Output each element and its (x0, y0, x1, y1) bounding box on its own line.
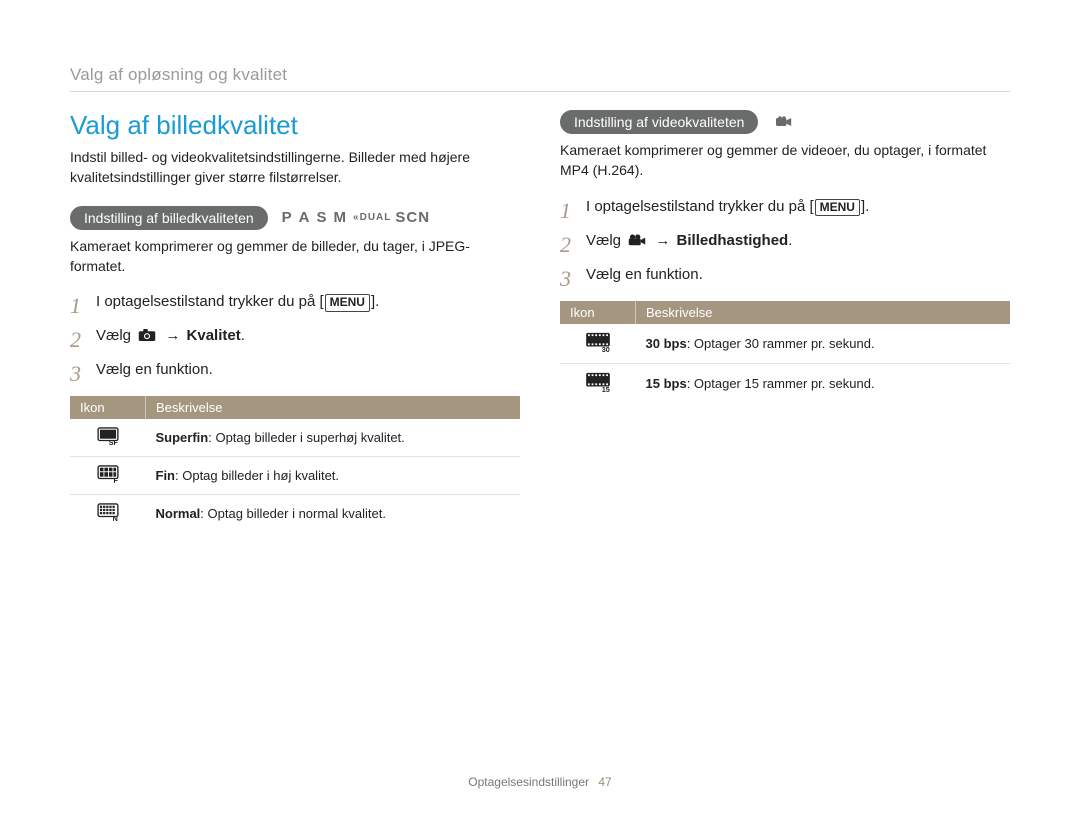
mode-a: A (299, 209, 313, 226)
col-desc: Beskrivelse (636, 301, 1011, 324)
photo-steps: I optagelsestilstand trykker du på [MENU… (70, 290, 520, 382)
subsection-header-video: Indstilling af videokvaliteten (560, 110, 1010, 134)
subsection-header-photo: Indstilling af billedkvaliteten P A S M … (70, 206, 520, 230)
quality-fine-icon: F (97, 465, 119, 483)
col-icon: Ikon (70, 396, 146, 419)
table-row: SF Superfin: Optag billeder i superhøj k… (70, 419, 520, 457)
row-desc: : Optag billeder i normal kvalitet. (200, 506, 386, 521)
row-name: 30 bps (646, 336, 687, 351)
arrow-icon: → (165, 327, 180, 344)
section-intro: Indstil billed- og videokvalitetsindstil… (70, 147, 520, 188)
step-text: . (241, 327, 245, 344)
row-name: Normal (156, 506, 201, 521)
step-target: Kvalitet (187, 327, 241, 344)
step-text: ]. (861, 198, 869, 215)
step-text: ]. (371, 293, 379, 310)
row-desc: : Optag billeder i høj kvalitet. (175, 468, 339, 483)
step-3: Vælg en funktion. (560, 263, 1010, 287)
table-row: F Fin: Optag billeder i høj kvalitet. (70, 457, 520, 495)
camera-icon (138, 328, 156, 342)
step-1: I optagelsestilstand trykker du på [MENU… (560, 195, 1010, 219)
page-number: 47 (598, 775, 611, 789)
svg-text:F: F (113, 476, 118, 483)
video-quality-table: Ikon Beskrivelse 30 (560, 301, 1010, 403)
page-footer: Optagelsesindstillinger 47 (0, 775, 1080, 789)
step-3: Vælg en funktion. (70, 358, 520, 382)
col-icon: Ikon (560, 301, 636, 324)
mode-scn: SCN (395, 209, 430, 226)
arrow-icon: → (655, 232, 670, 249)
fps-15-icon: 15 (585, 372, 611, 392)
svg-text:N: N (112, 514, 117, 521)
step-1: I optagelsestilstand trykker du på [MENU… (70, 290, 520, 314)
row-desc: : Optager 15 rammer pr. sekund. (687, 376, 875, 391)
two-column-layout: Valg af billedkvalitet Indstil billed- o… (70, 110, 1010, 532)
mode-dual: «DUAL (353, 212, 391, 223)
menu-button-label: MENU (815, 199, 860, 216)
section-title: Valg af billedkvalitet (70, 110, 520, 141)
table-row: 30 30 bps: Optager 30 rammer pr. sekund. (560, 324, 1010, 364)
row-name: Fin (156, 468, 176, 483)
table-row: N Normal: Optag billeder i normal kvalit… (70, 495, 520, 533)
col-desc: Beskrivelse (146, 396, 521, 419)
pill-video-quality: Indstilling af videokvaliteten (560, 110, 758, 134)
step-2: Vælg → Billedhastighed. (560, 229, 1010, 253)
movie-mode-icon (775, 115, 793, 129)
photo-body: Kameraet komprimerer og gemmer de billed… (70, 236, 520, 277)
svg-text:SF: SF (108, 438, 118, 445)
quality-superfine-icon: SF (97, 427, 119, 445)
mode-m: M (334, 209, 350, 226)
svg-text:30: 30 (601, 345, 609, 352)
svg-text:15: 15 (601, 385, 609, 392)
breadcrumb: Valg af opløsning og kvalitet (70, 65, 1010, 85)
mode-band: P A S M «DUAL SCN (282, 209, 430, 226)
step-text: I optagelsestilstand trykker du på [ (586, 198, 814, 215)
photo-quality-table: Ikon Beskrivelse SF Superfin: Optag bill… (70, 396, 520, 532)
video-steps: I optagelsestilstand trykker du på [MENU… (560, 195, 1010, 287)
row-desc: : Optag billeder i superhøj kvalitet. (208, 430, 405, 445)
step-2: Vælg → Kvalitet. (70, 324, 520, 348)
video-camera-icon (628, 233, 646, 247)
menu-button-label: MENU (325, 294, 370, 311)
step-target: Billedhastighed (677, 232, 789, 249)
row-name: 15 bps (646, 376, 687, 391)
video-body: Kameraet komprimerer og gemmer de videoe… (560, 140, 1010, 181)
divider (70, 91, 1010, 92)
step-text: Vælg en funktion. (586, 263, 703, 287)
table-row: 15 15 bps: Optager 15 rammer pr. sekund. (560, 363, 1010, 403)
quality-normal-icon: N (97, 503, 119, 521)
manual-page: Valg af opløsning og kvalitet Valg af bi… (0, 0, 1080, 815)
fps-30-icon: 30 (585, 332, 611, 352)
step-text: . (788, 232, 792, 249)
left-column: Valg af billedkvalitet Indstil billed- o… (70, 110, 520, 532)
row-name: Superfin (156, 430, 209, 445)
footer-section: Optagelsesindstillinger (468, 775, 589, 789)
row-desc: : Optager 30 rammer pr. sekund. (687, 336, 875, 351)
step-text: Vælg (96, 327, 135, 344)
right-column: Indstilling af videokvaliteten Kameraet … (560, 110, 1010, 532)
step-text: Vælg en funktion. (96, 358, 213, 382)
mode-p: P (282, 209, 295, 226)
pill-photo-quality: Indstilling af billedkvaliteten (70, 206, 268, 230)
step-text: I optagelsestilstand trykker du på [ (96, 293, 324, 310)
step-text: Vælg (586, 232, 625, 249)
mode-s: S (317, 209, 330, 226)
